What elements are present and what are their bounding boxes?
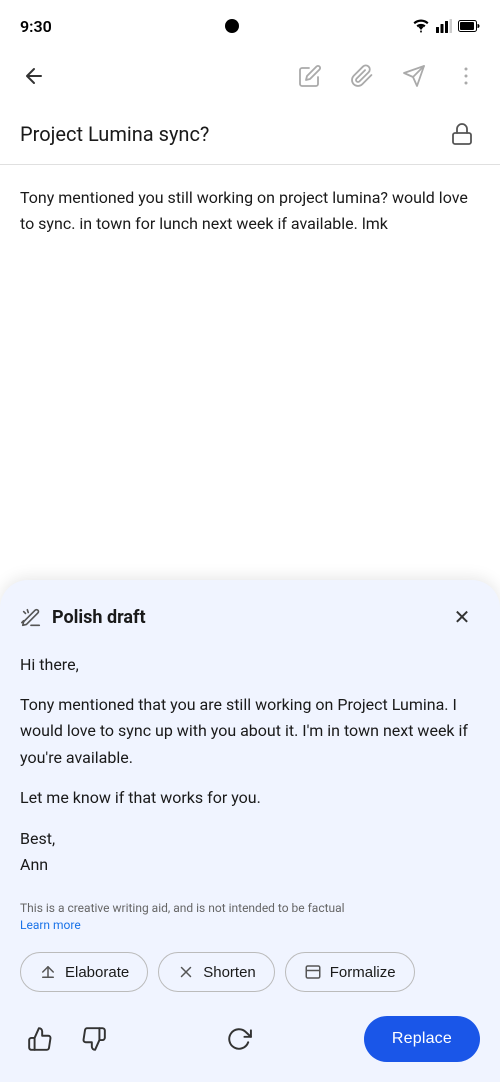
formalize-label: Formalize (330, 964, 396, 981)
shorten-icon (177, 963, 195, 981)
more-button[interactable] (448, 58, 484, 94)
wifi-icon (412, 19, 430, 33)
back-button[interactable] (16, 58, 52, 94)
app-bar-actions (292, 58, 484, 94)
elaborate-button[interactable]: Elaborate (20, 952, 148, 992)
thumb-up-button[interactable] (20, 1019, 60, 1059)
polish-closing: Best,Ann (20, 826, 480, 879)
polish-draft-panel: Polish draft ✕ Hi there, Tony mentioned … (0, 580, 500, 1082)
battery-icon (458, 20, 480, 32)
shorten-label: Shorten (203, 964, 256, 981)
feedback-icons (20, 1019, 114, 1059)
elaborate-label: Elaborate (65, 964, 129, 981)
camera-dot (225, 19, 239, 33)
status-time: 9:30 (20, 17, 52, 36)
thumb-up-icon (27, 1026, 53, 1052)
learn-more-link[interactable]: Learn more (20, 918, 81, 932)
magic-edit-icon (20, 607, 42, 629)
signal-icon (436, 19, 452, 33)
close-button[interactable]: ✕ (444, 600, 480, 636)
action-buttons-row: Elaborate Shorten Formalize (0, 938, 500, 1006)
polish-content: Hi there, Tony mentioned that you are st… (0, 652, 500, 891)
polish-greeting: Hi there, (20, 652, 480, 678)
subject-line: Project Lumina sync? (0, 104, 500, 165)
polish-header: Polish draft ✕ (0, 580, 500, 652)
email-body-text: Tony mentioned you still working on proj… (20, 188, 468, 233)
status-icons (412, 19, 480, 33)
shorten-button[interactable]: Shorten (158, 952, 275, 992)
status-bar: 9:30 (0, 0, 500, 48)
attach-button[interactable] (344, 58, 380, 94)
polish-paragraph1: Tony mentioned that you are still workin… (20, 692, 480, 771)
elaborate-icon (39, 963, 57, 981)
disclaimer-text: This is a creative writing aid, and is n… (20, 901, 345, 915)
send-button[interactable] (396, 58, 432, 94)
polish-title-area: Polish draft (20, 607, 146, 629)
edit-icon-button[interactable] (292, 58, 328, 94)
replace-label: Replace (392, 1030, 452, 1047)
bottom-bar: Replace (0, 1006, 500, 1082)
disclaimer-area: This is a creative writing aid, and is n… (0, 890, 500, 938)
refresh-icon (226, 1026, 252, 1052)
refresh-button[interactable] (219, 1019, 259, 1059)
lock-button[interactable] (444, 116, 480, 152)
email-subject: Project Lumina sync? (20, 122, 209, 146)
app-bar (0, 48, 500, 104)
thumb-down-button[interactable] (74, 1019, 114, 1059)
thumb-down-icon (81, 1026, 107, 1052)
formalize-button[interactable]: Formalize (285, 952, 415, 992)
polish-title: Polish draft (52, 607, 146, 628)
formalize-icon (304, 963, 322, 981)
replace-button[interactable]: Replace (364, 1016, 480, 1062)
email-body: Tony mentioned you still working on proj… (0, 165, 500, 256)
polish-paragraph2: Let me know if that works for you. (20, 785, 480, 811)
